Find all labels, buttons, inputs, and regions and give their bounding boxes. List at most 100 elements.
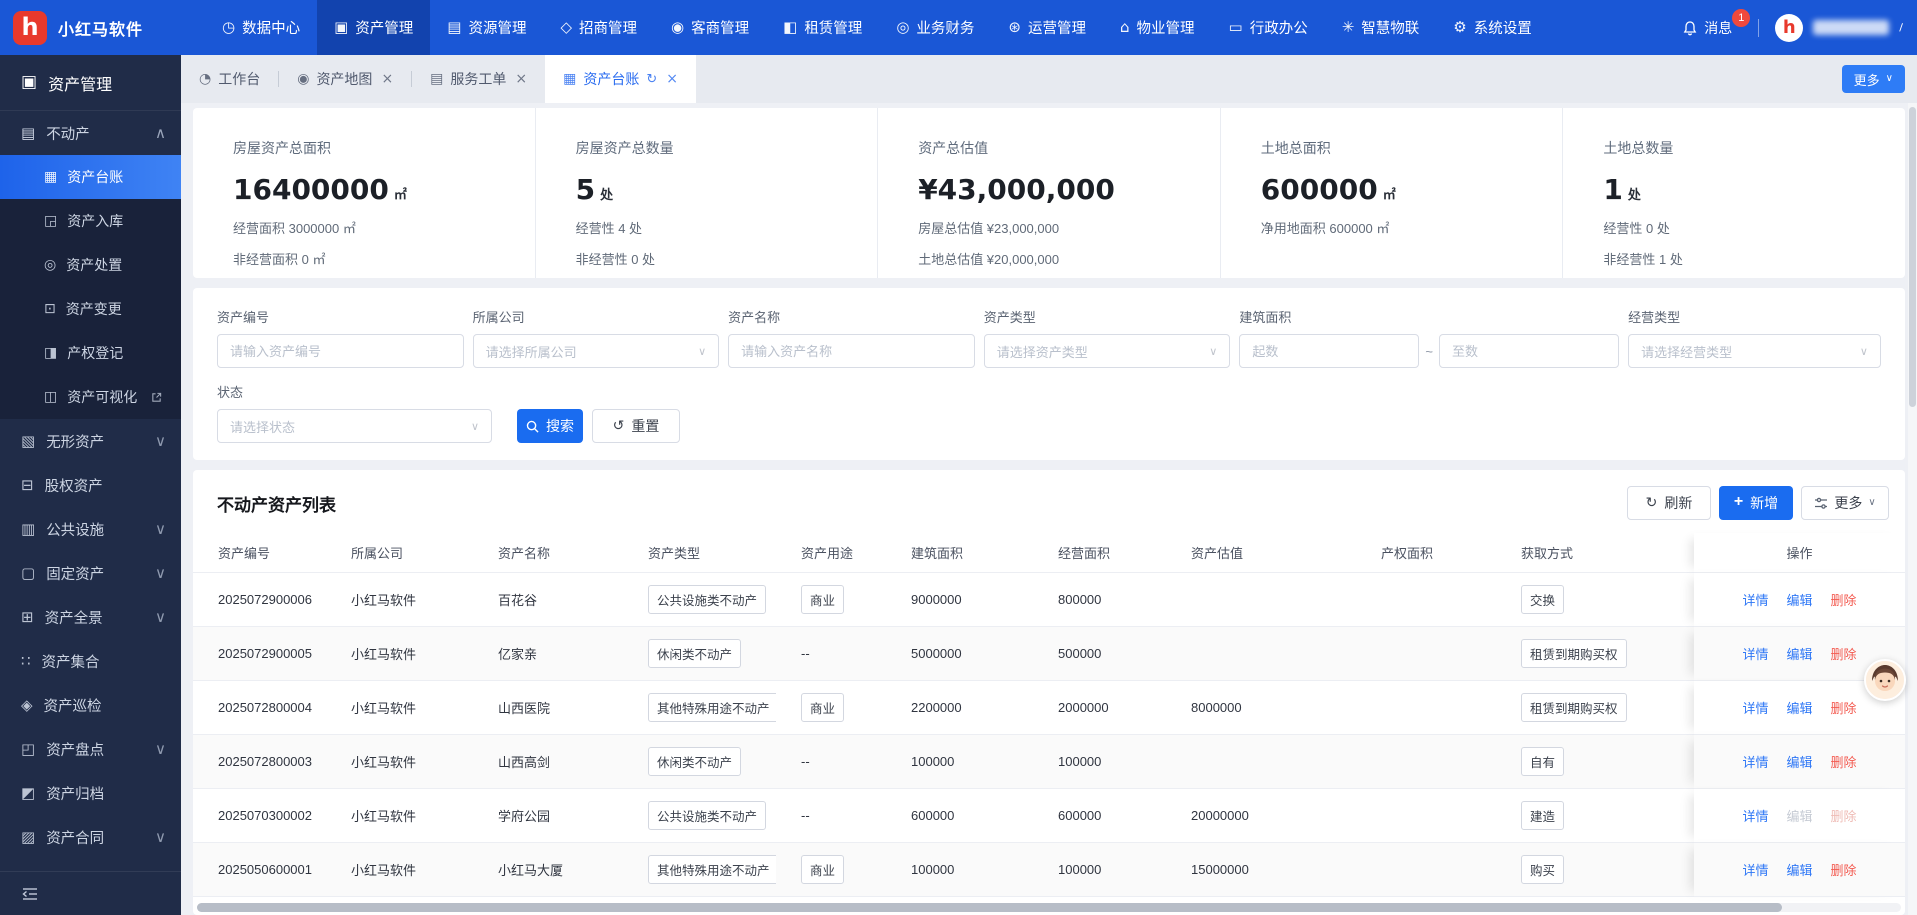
sidebar-item-asset-stocktaking[interactable]: ◰资产盘点∨ xyxy=(0,727,181,771)
close-icon[interactable]: × xyxy=(381,72,393,86)
detail-link[interactable]: 详情 xyxy=(1742,698,1768,717)
asset-list-panel: 不动产资产列表 ↻刷新 +新增 更多∨ 资产编号 所属公司 资产名称 资产类型 … xyxy=(193,470,1905,915)
tab-workbench[interactable]: ◔工作台 xyxy=(181,55,278,103)
tabs-more-button[interactable]: 更多∨ xyxy=(1842,65,1905,93)
search-panel: 资产编号 所属公司 请选择所属公司∨ 资产名称 资产类型 请选择资产类型∨ 建筑… xyxy=(193,288,1905,460)
detail-link[interactable]: 详情 xyxy=(1742,806,1768,825)
detail-link[interactable]: 详情 xyxy=(1742,590,1768,609)
nav-item-business-finance[interactable]: ◎业务财务 xyxy=(879,0,991,55)
refresh-tab-icon[interactable]: ↻ xyxy=(646,73,657,86)
detail-link[interactable]: 详情 xyxy=(1742,752,1768,771)
messages-button[interactable]: 消息 1 xyxy=(1682,18,1742,38)
bell-icon xyxy=(1682,20,1698,36)
delete-link[interactable]: 删除 xyxy=(1831,644,1857,663)
reset-button[interactable]: ↺ 重置 xyxy=(592,409,680,443)
asset-code-input[interactable] xyxy=(217,334,464,368)
search-button[interactable]: 搜索 xyxy=(517,409,583,443)
area-to-input[interactable] xyxy=(1439,334,1619,368)
chevron-up-icon: ∧ xyxy=(155,126,166,141)
cell-code: 2025072900006 xyxy=(193,573,326,627)
sidebar-item-asset-archive[interactable]: ◩资产归档 xyxy=(0,771,181,815)
collapse-sidebar-icon[interactable] xyxy=(21,886,39,902)
user-menu-caret-icon[interactable]: ∕ xyxy=(1899,23,1903,33)
edit-link[interactable]: 编辑 xyxy=(1786,860,1812,879)
sidebar-item-asset-change[interactable]: ⊡资产变更 xyxy=(0,287,181,331)
sidebar-item-asset-collection[interactable]: ∷资产集合 xyxy=(0,639,181,683)
stat-value: 1 xyxy=(1603,173,1622,206)
sidebar-group-real-estate[interactable]: ▤不动产∧ xyxy=(0,111,181,155)
detail-link[interactable]: 详情 xyxy=(1742,860,1768,879)
inspection-icon: ◈ xyxy=(21,698,33,713)
person-icon: ◉ xyxy=(671,20,684,35)
vertical-scrollbar[interactable] xyxy=(1908,103,1917,915)
nav-item-property-management[interactable]: ⌂物业管理 xyxy=(1103,0,1212,55)
tab-service-order[interactable]: ▤服务工单× xyxy=(412,55,545,103)
customer-service-avatar[interactable] xyxy=(1864,659,1906,701)
nav-item-system-settings[interactable]: ⚙系统设置 xyxy=(1436,0,1548,55)
nav-item-lease-management[interactable]: ◧租赁管理 xyxy=(766,0,879,55)
message-count-badge: 1 xyxy=(1732,9,1750,27)
tab-asset-ledger[interactable]: ▦资产台账↻× xyxy=(545,55,696,103)
operation-type-select[interactable]: 请选择经营类型∨ xyxy=(1628,334,1881,368)
nav-item-merchant-management[interactable]: ◉客商管理 xyxy=(654,0,766,55)
registration-icon: ◨ xyxy=(44,346,57,360)
close-icon[interactable]: × xyxy=(666,72,678,86)
username-redacted[interactable] xyxy=(1813,20,1889,35)
asset-type-select[interactable]: 请选择资产类型∨ xyxy=(984,334,1231,368)
refresh-button[interactable]: ↻刷新 xyxy=(1627,486,1711,520)
nav-item-smart-iot[interactable]: ✳智慧物联 xyxy=(1325,0,1437,55)
horizontal-scrollbar[interactable] xyxy=(197,903,1901,912)
list-header: 不动产资产列表 ↻刷新 +新增 更多∨ xyxy=(193,470,1905,520)
work-order-icon: ▤ xyxy=(430,72,443,86)
stat-subline: 房屋总估值 ¥23,000,000 xyxy=(918,218,1220,237)
delete-link[interactable]: 删除 xyxy=(1831,698,1857,717)
sidebar-item-asset-disposal[interactable]: ◎资产处置 xyxy=(0,243,181,287)
delete-link[interactable]: 删除 xyxy=(1831,590,1857,609)
nav-item-asset-management[interactable]: ▣资产管理 xyxy=(317,0,430,55)
sidebar-item-asset-panorama[interactable]: ⊞资产全景∨ xyxy=(0,595,181,639)
close-icon[interactable]: × xyxy=(515,72,527,86)
tab-asset-map[interactable]: ◉资产地图× xyxy=(279,55,411,103)
panorama-icon: ⊞ xyxy=(21,610,34,625)
nav-item-resource-management[interactable]: ▤资源管理 xyxy=(430,0,543,55)
range-separator: ~ xyxy=(1425,344,1433,359)
detail-link[interactable]: 详情 xyxy=(1742,644,1768,663)
asset-name-input[interactable] xyxy=(728,334,975,368)
sidebar-item-public-facilities[interactable]: ▥公共设施∨ xyxy=(0,507,181,551)
usage-tag: 商业 xyxy=(801,693,844,722)
sidebar-item-equity-assets[interactable]: ⊟股权资产 xyxy=(0,463,181,507)
status-select[interactable]: 请选择状态∨ xyxy=(217,409,492,443)
area-from-input[interactable] xyxy=(1239,334,1419,368)
edit-link[interactable]: 编辑 xyxy=(1786,644,1812,663)
sidebar-item-asset-ledger[interactable]: ▦资产台账 xyxy=(0,155,181,199)
user-avatar[interactable]: h xyxy=(1775,14,1803,42)
delete-link[interactable]: 删除 xyxy=(1831,752,1857,771)
delete-link[interactable]: 删除 xyxy=(1831,860,1857,879)
sidebar: ▣资产管理 ▤不动产∧ ▦资产台账 ◲资产入库 ◎资产处置 ⊡资产变更 ◨产权登… xyxy=(0,55,181,915)
company-select[interactable]: 请选择所属公司∨ xyxy=(473,334,720,368)
nav-item-admin-office[interactable]: ▭行政办公 xyxy=(1212,0,1325,55)
nav-item-investment-management[interactable]: ◇招商管理 xyxy=(543,0,654,55)
vertical-scrollbar-thumb[interactable] xyxy=(1909,107,1916,407)
edit-link[interactable]: 编辑 xyxy=(1786,752,1812,771)
fixed-asset-icon: ▢ xyxy=(21,566,35,581)
more-button[interactable]: 更多∨ xyxy=(1801,486,1889,520)
horizontal-scrollbar-thumb[interactable] xyxy=(197,903,1782,912)
nav-item-operation-management[interactable]: ⊛运营管理 xyxy=(991,0,1103,55)
sidebar-item-property-registration[interactable]: ◨产权登记 xyxy=(0,331,181,375)
sidebar-item-intangible-assets[interactable]: ▧无形资产∨ xyxy=(0,419,181,463)
add-button[interactable]: +新增 xyxy=(1719,486,1793,520)
sidebar-item-asset-inspection[interactable]: ◈资产巡检 xyxy=(0,683,181,727)
sidebar-item-asset-inbound[interactable]: ◲资产入库 xyxy=(0,199,181,243)
sidebar-item-asset-visualization[interactable]: ◫资产可视化 xyxy=(0,375,181,419)
cell-valuation: 20000000 xyxy=(1166,789,1356,843)
edit-link[interactable]: 编辑 xyxy=(1786,590,1812,609)
messages-label: 消息 xyxy=(1704,18,1732,38)
stats-panel: 房屋资产总面积 16400000㎡ 经营面积 3000000 ㎡ 非经营面积 0… xyxy=(193,108,1905,278)
sidebar-item-fixed-assets[interactable]: ▢固定资产∨ xyxy=(0,551,181,595)
sidebar-footer xyxy=(0,871,181,915)
edit-link[interactable]: 编辑 xyxy=(1786,698,1812,717)
cell-code: 2025070300002 xyxy=(193,789,326,843)
sidebar-item-asset-contract[interactable]: ▨资产合同∨ xyxy=(0,815,181,859)
nav-item-data-center[interactable]: ◷数据中心 xyxy=(205,0,317,55)
